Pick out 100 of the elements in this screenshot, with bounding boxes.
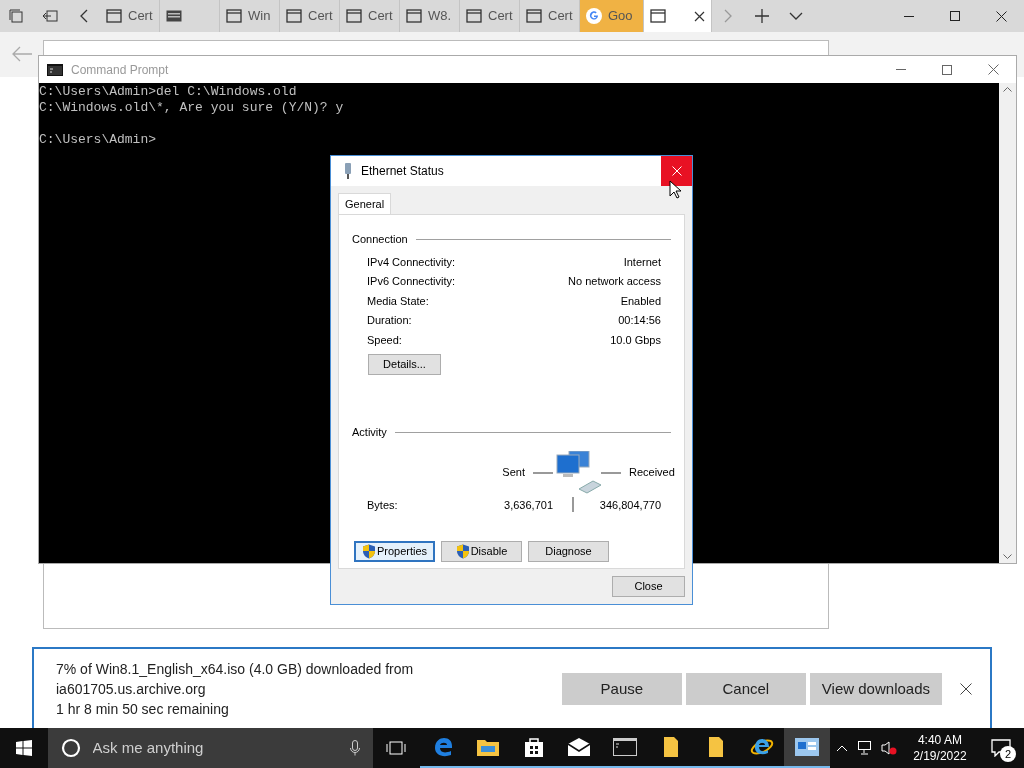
console-line: C:\Users\Admin>: [39, 132, 158, 148]
ethernet-plug-icon: [343, 163, 353, 179]
dialog-title: Ethernet Status: [361, 163, 444, 180]
tab-title: Cert: [128, 7, 153, 26]
dialog-tab[interactable]: General: [338, 193, 392, 214]
tab-title: Goo: [608, 7, 633, 26]
close-icon[interactable]: [694, 10, 705, 22]
windows-logo-icon: [15, 740, 32, 756]
clock-time: 4:40 AM: [917, 732, 962, 748]
console-line: C:\Windows.old\*, Are you sure (Y/N)? y: [39, 100, 345, 116]
close-button[interactable]: [661, 156, 692, 186]
clock-date: 2/19/2022: [913, 748, 967, 764]
field-value: Enabled: [620, 293, 661, 307]
field-value: 10.0 Gbps: [610, 332, 661, 346]
console-line: C:\Users\Admin>del C:\Windows.old: [39, 84, 298, 100]
field-label: Speed:: [367, 332, 402, 346]
notification-badge: 2: [1000, 746, 1017, 762]
action-center-button[interactable]: 2: [978, 728, 1024, 768]
window-title: Command Prompt: [71, 61, 169, 79]
download-action-button[interactable]: Pause: [561, 673, 682, 705]
dialog-button[interactable]: Disable: [441, 541, 522, 562]
chevron-left-icon: [80, 9, 88, 23]
download-action-button[interactable]: View downloads: [809, 673, 942, 705]
console-icon: [47, 63, 63, 76]
tab-title: Win: [248, 7, 271, 26]
chevron-up-icon: [835, 744, 848, 752]
field-label: IPv6 Connectivity:: [367, 274, 456, 288]
sent-label: Sent: [502, 465, 525, 481]
chevron-down-icon: [789, 12, 803, 20]
field-value: Internet: [623, 254, 661, 268]
section-heading: Connection: [352, 232, 408, 247]
browser-tab[interactable]: [644, 0, 712, 32]
close-icon: [960, 683, 972, 695]
minimize-icon: [904, 15, 914, 17]
details-button[interactable]: Details...: [368, 354, 441, 375]
shopping-bag-icon: [523, 736, 544, 758]
field-label: IPv4 Connectivity:: [367, 254, 456, 268]
search-box[interactable]: Ask me anything: [47, 728, 373, 768]
tab-page-icon: [466, 9, 482, 23]
keyboard-icon: [166, 10, 182, 22]
scroll-up-icon: [1003, 87, 1012, 92]
dismiss-button[interactable]: [958, 681, 974, 697]
field-value: No network access: [568, 274, 661, 288]
chevron-right-icon: [724, 9, 732, 23]
mouse-cursor-icon: [669, 180, 681, 199]
tab-page-icon: [106, 9, 122, 23]
field-label: Bytes:: [367, 497, 399, 513]
section-heading: Activity: [352, 425, 387, 440]
dialog-button[interactable]: Diagnose: [528, 541, 609, 562]
dialog-button[interactable]: Properties: [354, 541, 435, 562]
received-label: Received: [629, 465, 675, 481]
g-logo-icon: [586, 8, 602, 24]
notification-icon: [991, 739, 1012, 757]
download-status-text: 1 hr 8 min 50 sec remaining: [56, 700, 230, 719]
tab-page-icon: [406, 9, 422, 23]
folder-icon: [662, 736, 679, 758]
tab-title: Cert: [308, 7, 333, 26]
scrollbar[interactable]: [999, 83, 1016, 563]
task-view-icon: [386, 741, 407, 755]
plus-icon: [755, 9, 769, 23]
maximize-icon: [950, 11, 960, 21]
close-icon: [987, 64, 999, 75]
stacked-windows-icon: [9, 9, 23, 23]
taskbar-app-button[interactable]: [784, 728, 830, 768]
folder-icon: [708, 736, 725, 758]
folder-icon: [476, 737, 501, 757]
scroll-down-icon: [1003, 554, 1012, 559]
field-label: Duration:: [367, 313, 412, 327]
network-icon: [857, 741, 874, 755]
tab-page-icon: [226, 9, 242, 23]
field-value: 00:14:56: [618, 313, 661, 327]
maximize-icon: [942, 64, 952, 75]
bytes-sent: 3,636,701: [503, 497, 553, 513]
tab-arrow-icon: [42, 9, 58, 23]
network-settings-icon: [795, 738, 820, 756]
tab-page-icon: [526, 9, 542, 23]
console-icon: [613, 738, 637, 756]
download-action-button[interactable]: Cancel: [685, 673, 806, 705]
browser-tab[interactable]: Goo: [580, 0, 644, 32]
tab-page-icon: [650, 9, 666, 23]
clock[interactable]: 4:40 AM 2/19/2022: [901, 728, 979, 768]
close-icon: [671, 166, 682, 176]
tab-page-icon: [346, 9, 362, 23]
circle-icon: [60, 738, 81, 758]
close-dialog-button[interactable]: Close: [612, 576, 685, 597]
networked-computers-icon: [555, 450, 603, 495]
close-icon: [995, 10, 1007, 22]
download-status-text: 7% of Win8.1_English_x64.iso (4.0 GB) downloaded from: [56, 660, 414, 679]
tab-title: W8.: [428, 7, 452, 26]
tab-title: Cert: [548, 7, 573, 26]
search-input[interactable]: Ask me anything: [92, 736, 338, 760]
envelope-icon: [567, 738, 592, 756]
field-label: Media State:: [367, 293, 429, 307]
muted-speaker-icon: [881, 741, 898, 755]
tab-title: Cert: [368, 7, 393, 26]
minimize-icon: [896, 69, 906, 70]
microphone-icon: [349, 740, 360, 756]
tab-title: Cert: [488, 7, 513, 26]
download-status-text: ia601705.us.archive.org: [56, 680, 207, 699]
tab-page-icon: [286, 9, 302, 23]
